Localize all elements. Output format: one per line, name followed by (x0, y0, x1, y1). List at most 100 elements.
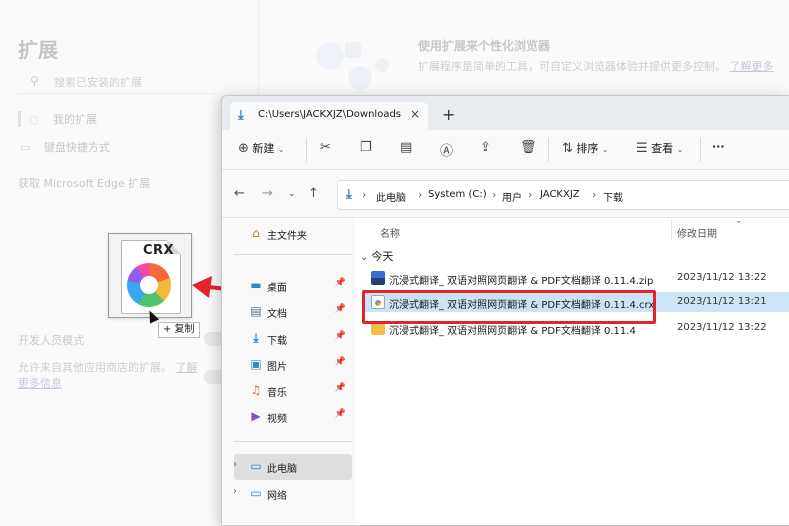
sidebar-item-label: 此电脑 (267, 464, 297, 475)
table-row[interactable]: 沉浸式翻译_ 双语对照网页翻译 & PDF文档翻译 0.11.4.zip 202… (363, 268, 789, 288)
breadcrumb-system-c[interactable]: System (C:) (428, 189, 487, 200)
column-header-date[interactable]: 修改日期 (677, 225, 717, 240)
forward-arrow-icon[interactable]: → (262, 186, 273, 201)
address-bar-row: ← → ⌄ ↑ ⤓ › 此电脑 › System (C:) › 用户 › JAC… (222, 170, 789, 218)
sidebar-item-label: 视频 (267, 414, 287, 425)
chevron-right-icon[interactable]: › (233, 459, 237, 470)
sidebar-item-pictures[interactable]: ▣ 图片 📌 (234, 352, 352, 378)
download-arrow-icon: ⤓ (346, 187, 352, 202)
computer-icon: ▭ (250, 459, 262, 473)
dragged-crx-file[interactable]: CRX (108, 233, 192, 318)
sidebar-item-videos[interactable]: ▶ 视频 📌 (234, 404, 352, 430)
tab-downloads[interactable]: ⤓ C:\Users\JACKXJZ\Downloads × (230, 102, 428, 130)
pin-icon[interactable]: 📌 (335, 357, 346, 367)
sidebar-item-home[interactable]: ⌂ 主文件夹 (234, 221, 352, 247)
address-bar[interactable]: ⤓ › 此电脑 › System (C:) › 用户 › JACKXJZ › 下… (337, 180, 789, 210)
share-button[interactable]: ⇪ (480, 140, 491, 155)
delete-button[interactable]: 🗑 (520, 140, 537, 155)
group-header-today[interactable]: ⌄ 今天 (360, 248, 393, 264)
picture-icon: ▣ (250, 357, 262, 371)
command-bar: ⊕ 新建 ⌄ ✂ ❐ ▤ Ⓐ ⇪ 🗑 ⇅ 排序 ⌄ ☰ 查看 ⌄ ··· (222, 130, 789, 170)
breadcrumb-separator-icon: › (492, 188, 497, 201)
new-button[interactable]: ⊕ 新建 ⌄ (238, 140, 285, 156)
pin-icon[interactable]: 📌 (335, 409, 346, 419)
sidebar-item-label: 图片 (267, 362, 287, 373)
column-header-name[interactable]: 名称 (380, 225, 400, 240)
close-tab-icon[interactable]: × (410, 107, 420, 121)
sidebar-item-network[interactable]: › ▭ 网络 (233, 481, 352, 507)
group-label: 今天 (371, 250, 394, 263)
file-date: 2023/11/12 13:22 (677, 322, 767, 333)
nav-keyboard-shortcuts[interactable]: ▭ 键盘快捷方式 (20, 139, 110, 155)
share-icon: ⇪ (480, 140, 491, 155)
new-tab-button[interactable]: + (442, 105, 455, 124)
back-arrow-icon[interactable]: ← (234, 186, 245, 201)
trash-icon: 🗑 (520, 140, 537, 155)
file-date: 2023/11/12 13:21 (677, 296, 767, 307)
breadcrumb-downloads[interactable]: 下载 (603, 189, 623, 204)
breadcrumb-separator-icon: › (418, 188, 423, 201)
home-icon: ⌂ (252, 226, 260, 240)
new-label: 新建 (252, 142, 275, 155)
file-name: 沉浸式翻译_ 双语对照网页翻译 & PDF文档翻译 0.11.4 (389, 326, 636, 337)
zip-file-icon (371, 271, 385, 285)
copy-icon: ❐ (360, 140, 372, 155)
breadcrumb-separator-icon: › (592, 188, 597, 201)
chevron-right-icon[interactable]: › (233, 486, 237, 497)
immersive-translate-logo-icon (127, 263, 171, 307)
sort-button[interactable]: ⇅ 排序 ⌄ (562, 140, 609, 156)
search-placeholder: 搜索已安装的扩展 (54, 76, 142, 89)
sidebar-item-label: 主文件夹 (267, 231, 307, 242)
sort-icon: ⇅ (562, 141, 573, 156)
sidebar-item-downloads[interactable]: ⤓ 下载 📌 (234, 326, 352, 352)
clipboard-icon: ▤ (400, 140, 413, 155)
rename-button[interactable]: Ⓐ (440, 140, 453, 159)
sidebar-item-documents[interactable]: ▤ 文档 📌 (234, 299, 352, 325)
desktop-icon: ▬ (250, 278, 262, 292)
breadcrumb-this-pc[interactable]: 此电脑 (376, 189, 406, 204)
learn-more-link[interactable]: 了解更多 (730, 60, 774, 73)
paste-button[interactable]: ▤ (400, 140, 412, 155)
view-label: 查看 (651, 142, 674, 155)
sidebar-item-label: 网络 (267, 491, 287, 502)
pin-icon[interactable]: 📌 (335, 331, 346, 341)
pin-icon[interactable]: 📌 (335, 304, 346, 314)
search-input[interactable]: ⚲ 搜索已安装的扩展 (18, 68, 218, 94)
document-icon: ▤ (250, 304, 262, 318)
more-options-button[interactable]: ··· (712, 140, 725, 153)
pin-icon[interactable]: 📌 (335, 383, 346, 393)
sort-chevron-icon: ⌄ (735, 216, 743, 226)
crx-file-label: CRX (143, 243, 175, 258)
recent-locations-chevron-icon[interactable]: ⌄ (288, 189, 296, 199)
download-icon: ⤓ (253, 331, 259, 345)
sidebar-item-music[interactable]: ♫ 音乐 📌 (234, 378, 352, 404)
breadcrumb-users[interactable]: 用户 (502, 189, 522, 204)
copy-tooltip: + 复制 (158, 322, 200, 338)
network-icon: ▭ (250, 486, 262, 500)
other-stores-text: 允许来自其他应用商店的扩展。 (18, 361, 172, 374)
tab-title: C:\Users\JACKXJZ\Downloads (258, 109, 402, 120)
chevron-down-icon: ⌄ (360, 252, 369, 263)
cut-button[interactable]: ✂ (320, 140, 331, 155)
up-arrow-icon[interactable]: ↑ (308, 186, 319, 201)
sidebar-item-label: 下载 (267, 336, 287, 347)
file-list: ⌄ 名称 修改日期 ⌄ 今天 沉浸式翻译_ 双语对照网页翻译 & PDF文档翻译 … (355, 216, 789, 525)
page-title: 扩展 (18, 38, 58, 62)
developer-mode-label: 开发人员模式 (18, 334, 84, 347)
puzzle-icon: ◌ (29, 113, 39, 126)
nav-my-extensions[interactable]: ◌ 我的扩展 (18, 111, 97, 127)
breadcrumb-separator-icon: › (362, 188, 367, 201)
view-button[interactable]: ☰ 查看 ⌄ (636, 140, 683, 156)
nav-label: 我的扩展 (53, 113, 97, 126)
music-icon: ♫ (250, 383, 262, 397)
search-icon: ⚲ (30, 74, 39, 88)
copy-button[interactable]: ❐ (360, 140, 372, 155)
sidebar-item-label: 音乐 (267, 388, 287, 399)
store-link[interactable]: 获取 Microsoft Edge 扩展 (18, 175, 150, 191)
breadcrumb-user[interactable]: JACKXJZ (540, 189, 580, 200)
video-icon: ▶ (251, 409, 261, 423)
file-name: 沉浸式翻译_ 双语对照网页翻译 & PDF文档翻译 0.11.4.zip (389, 276, 654, 287)
sidebar-item-this-pc[interactable]: › ▭ 此电脑 (233, 454, 352, 480)
sidebar-item-desktop[interactable]: ▬ 桌面 📌 (234, 273, 352, 299)
pin-icon[interactable]: 📌 (335, 278, 346, 288)
